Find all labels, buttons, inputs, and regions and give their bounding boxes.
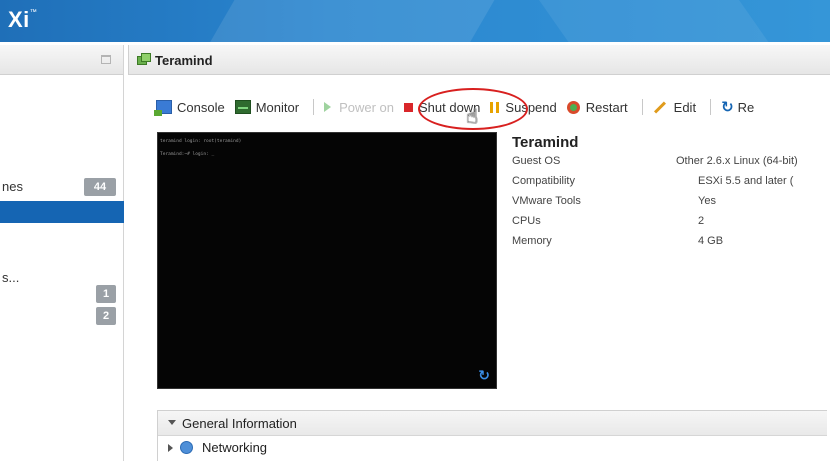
vm-panel: Teramind Console Monitor Power on Shut d… [128,45,830,461]
detail-row-memory: Memory 4 GB [512,235,724,247]
play-icon [324,102,332,112]
header-decoration [194,0,506,42]
chevron-down-icon [168,420,176,425]
detail-row-compatibility: Compatibility ESXi 5.5 and later ( [512,175,794,187]
nav-item-selected[interactable] [0,201,124,223]
pencil-icon [653,100,666,114]
top-bar: Xi™ [0,0,830,42]
refresh-console-icon[interactable]: ↻ [478,367,490,384]
general-information-section: General Information Networking [157,410,827,461]
header-decoration [531,0,789,42]
nav-item-count-2[interactable]: 2 [0,305,124,327]
navigator-header [0,45,123,75]
toolbar-divider [313,99,315,115]
nav-item-count-1[interactable]: 1 [0,283,124,305]
detail-row-vmware-tools: VMware Tools Yes [512,195,716,207]
console-icon [154,100,172,116]
console-button[interactable]: Console [154,100,225,116]
hand-cursor-icon: ☝ [466,106,479,128]
app-logo: Xi™ [8,7,38,32]
vm-panel-title: Teramind [155,53,213,68]
nav-item-virtual-machines[interactable]: nes 44 [0,176,124,198]
toolbar-divider [641,99,643,115]
virtual-machine-icon [137,53,151,65]
count-badge: 1 [96,285,116,303]
console-line: teramind login: root(teramind) [160,139,242,144]
monitor-button[interactable]: Monitor [234,100,299,115]
console-line: Teramind:~# login: _ [160,152,215,157]
networking-row[interactable]: Networking [158,436,827,461]
restart-button[interactable]: Restart [566,100,628,115]
detail-row-guest-os: Guest OS Other 2.6.x Linux (64-bit) [512,155,798,167]
detail-row-cpus: CPUs 2 [512,215,705,227]
count-badge: 44 [84,178,116,196]
vm-name: Teramind [512,134,579,151]
globe-icon [180,441,193,454]
monitor-icon [234,100,251,114]
count-badge: 2 [96,307,116,325]
power-on-button[interactable]: Power on [324,100,394,115]
navigator-panel: nes 44 s... 1 2 [0,45,124,461]
chevron-right-icon [168,444,173,452]
minimize-panel-icon[interactable] [101,55,111,64]
restart-icon [566,100,580,114]
stop-icon [403,102,413,112]
toolbar-divider [710,99,712,115]
general-information-header[interactable]: General Information [158,411,827,436]
refresh-icon: ↻ [721,98,734,116]
refresh-button[interactable]: ↻ Re [721,100,754,115]
vm-panel-header: Teramind [128,45,830,75]
console-preview[interactable]: teramind login: root(teramind) Teramind:… [157,132,497,389]
edit-button[interactable]: Edit [653,100,696,115]
